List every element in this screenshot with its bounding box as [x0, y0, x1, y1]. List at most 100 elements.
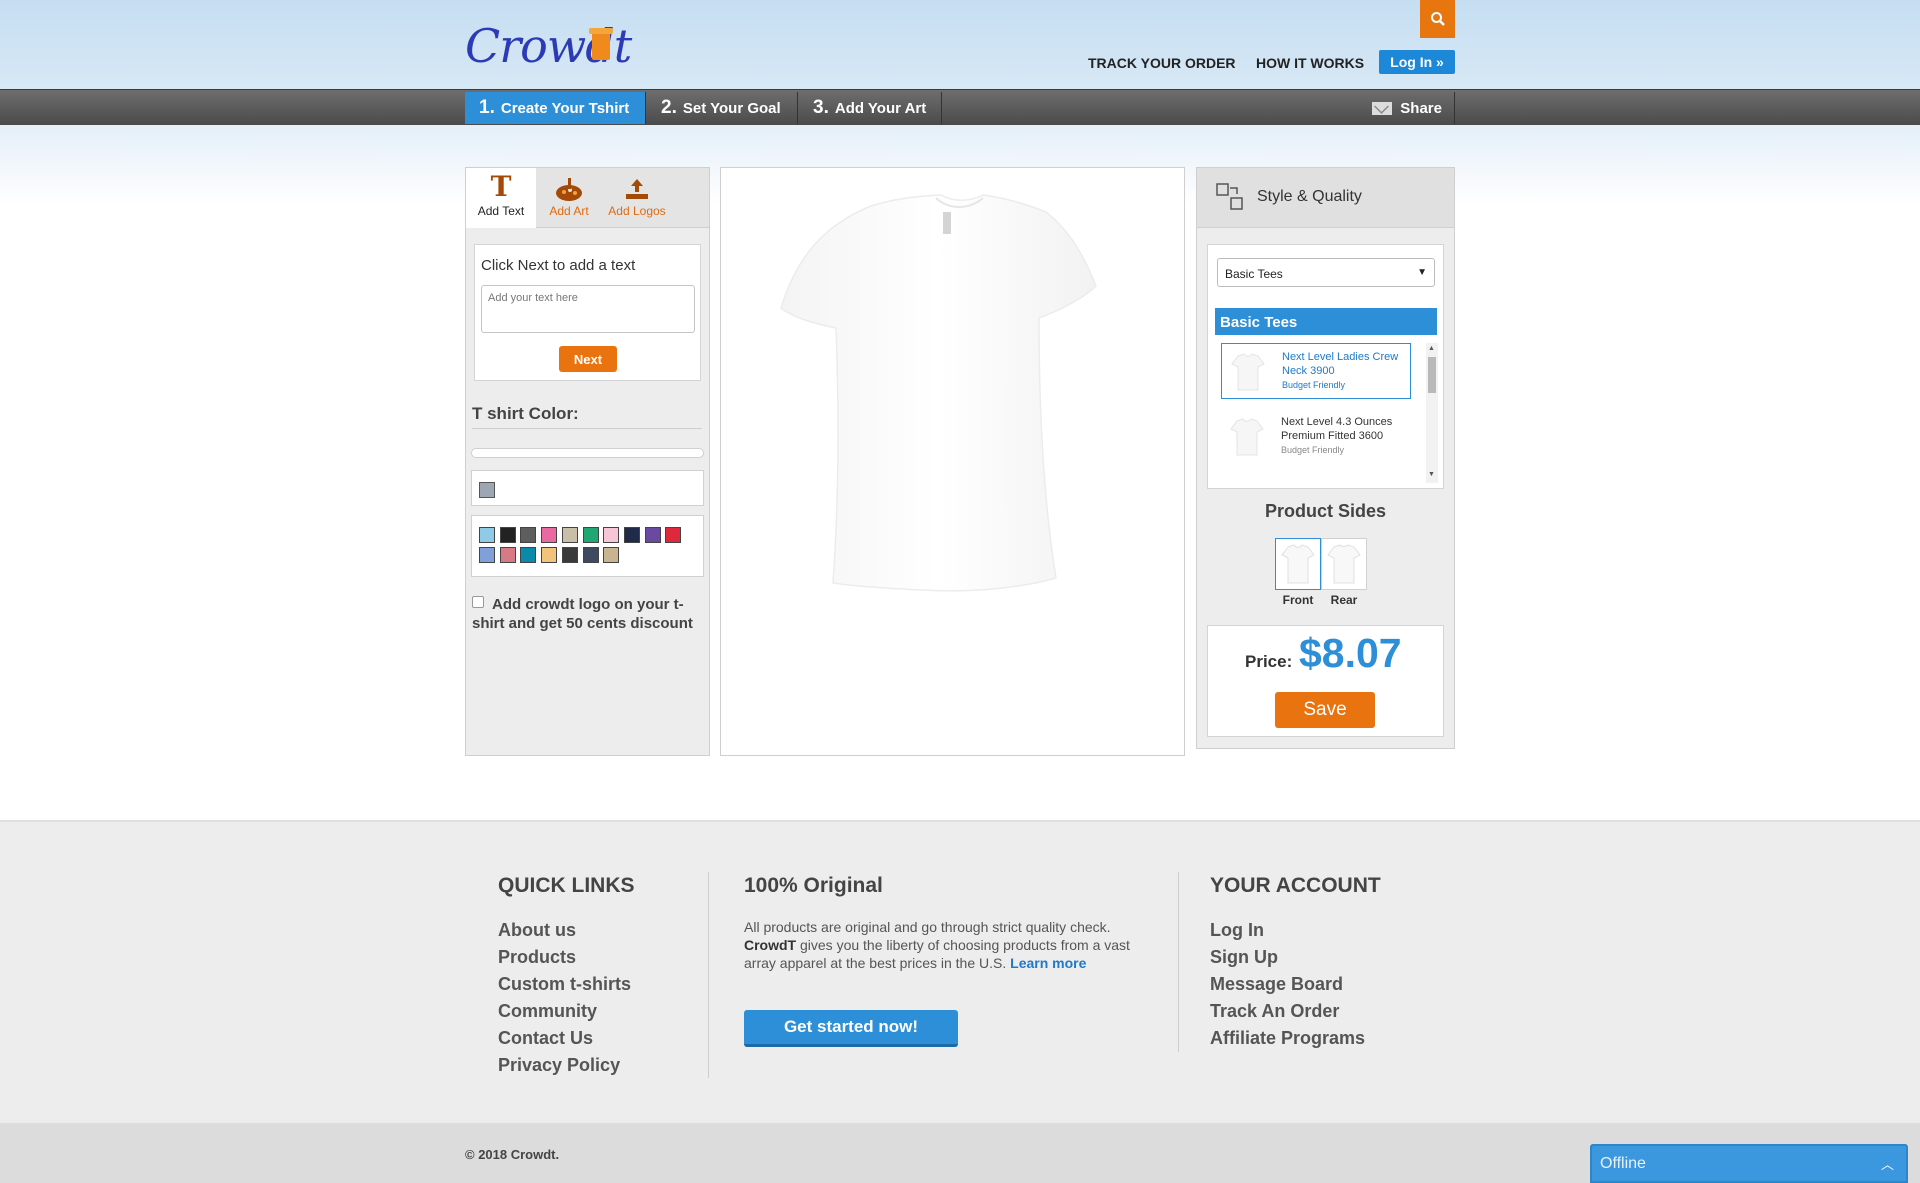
list-item[interactable]: Next Level Ladies Crew Neck 3900 Budget … [1221, 343, 1411, 399]
price-value: $8.07 [1299, 630, 1402, 676]
color-swatch[interactable] [582, 547, 599, 563]
copyright-text: © 2018 Crowdt. [465, 1147, 560, 1162]
scroll-thumb[interactable] [1428, 357, 1436, 393]
color-swatch[interactable] [479, 527, 495, 543]
crowdt-logo[interactable]: Crowdt [465, 20, 632, 72]
footer-link-products[interactable]: Products [498, 947, 576, 968]
track-order-link[interactable]: TRACK YOUR ORDER [1088, 55, 1236, 71]
color-swatch[interactable] [541, 527, 558, 543]
footer-link-about[interactable]: About us [498, 920, 576, 941]
style-quality-header: Style & Quality [1197, 168, 1454, 228]
category-select-value: Basic Tees [1225, 267, 1283, 281]
color-swatch[interactable] [541, 547, 558, 563]
chat-widget[interactable]: Offline ︿ [1590, 1144, 1908, 1183]
color-swatch[interactable] [644, 527, 661, 543]
color-swatch[interactable] [665, 527, 682, 543]
color-swatch[interactable] [623, 527, 640, 543]
learn-more-link[interactable]: Learn more [1010, 955, 1086, 971]
chat-status: Offline [1600, 1155, 1646, 1172]
front-shirt-icon [1281, 544, 1315, 584]
footer-link-track-order[interactable]: Track An Order [1210, 1001, 1339, 1022]
rear-shirt-icon [1327, 544, 1361, 584]
envelope-icon [1372, 101, 1393, 115]
save-button[interactable]: Save [1275, 692, 1375, 728]
text-icon: T [490, 170, 512, 203]
original-brand: CrowdT [744, 937, 797, 953]
next-button[interactable]: Next [559, 346, 617, 372]
upload-icon [602, 168, 672, 204]
crowdt-logo-option[interactable]: Add crowdt logo on your t-shirt and get … [472, 595, 704, 633]
share-button[interactable]: Share [1370, 92, 1455, 124]
text-input[interactable]: Add your text here [481, 285, 695, 333]
step-create-tshirt[interactable]: 1. Create Your Tshirt [465, 92, 646, 124]
tab-add-text[interactable]: T Add Text [466, 168, 536, 228]
product-list-scrollbar[interactable]: ▲ ▼ [1426, 343, 1438, 483]
tab-add-logos[interactable]: Add Logos [602, 168, 672, 228]
tab-label: Add Art [549, 204, 589, 218]
product-thumbnail [1231, 353, 1265, 391]
category-select[interactable]: Basic Tees ▼ [1217, 258, 1435, 287]
logo-checkbox[interactable] [472, 596, 484, 608]
quick-links-title: QUICK LINKS [498, 874, 635, 897]
footer-divider [708, 872, 709, 1078]
footer-link-affiliate[interactable]: Affiliate Programs [1210, 1028, 1365, 1049]
color-swatch[interactable] [603, 547, 620, 563]
side-front-button[interactable] [1275, 538, 1321, 590]
step-set-goal[interactable]: 2. Set Your Goal [647, 92, 798, 124]
step-label: Set Your Goal [682, 99, 781, 117]
color-swatch[interactable] [603, 527, 620, 543]
tshirt-preview-image[interactable] [721, 168, 1186, 757]
color-swatch[interactable] [561, 547, 578, 563]
price-box: Price: $8.07 Save [1207, 625, 1444, 737]
color-swatch[interactable] [520, 547, 537, 563]
product-sides-title: Product Sides [1264, 501, 1387, 521]
footer-link-custom-tshirts[interactable]: Custom t-shirts [498, 974, 631, 995]
footer-link-privacy[interactable]: Privacy Policy [498, 1055, 620, 1076]
color-swatch[interactable] [499, 527, 516, 543]
scroll-up-icon[interactable]: ▲ [1428, 345, 1435, 352]
color-swatch[interactable] [582, 527, 599, 543]
product-style-box: Basic Tees ▼ Basic Tees Next Level Ladie… [1207, 244, 1444, 489]
step-add-art[interactable]: 3. Add Your Art [799, 92, 942, 124]
copyright-bar: © 2018 Crowdt. Offline ︿ [0, 1123, 1920, 1183]
dropdown-arrow-icon: ▼ [1417, 267, 1427, 278]
footer-link-login[interactable]: Log In [1210, 920, 1264, 941]
footer-link-message-board[interactable]: Message Board [1210, 974, 1343, 995]
how-it-works-link[interactable]: HOW IT WORKS [1256, 55, 1364, 71]
color-swatch[interactable] [499, 547, 516, 563]
login-button[interactable]: Log In » [1379, 50, 1455, 74]
account-title: YOUR ACCOUNT [1210, 874, 1381, 897]
product-name: Next Level Ladies Crew Neck 3900 [1282, 351, 1399, 377]
step-label: Create Your Tshirt [500, 99, 630, 117]
get-started-button[interactable]: Get started now! [744, 1010, 958, 1047]
search-button[interactable] [1420, 0, 1455, 38]
product-tag: Budget Friendly [1281, 445, 1345, 455]
scroll-down-icon[interactable]: ▼ [1428, 471, 1435, 478]
footer-link-signup[interactable]: Sign Up [1210, 947, 1278, 968]
side-rear-button[interactable] [1321, 538, 1367, 590]
side-rear-label: Rear [1330, 593, 1358, 607]
tshirt-color-title: T shirt Color: [472, 404, 702, 429]
tab-add-art[interactable]: Add Art [536, 168, 602, 228]
selected-color-box [471, 470, 704, 506]
color-swatch[interactable] [561, 527, 578, 543]
original-text-a: All products are original and go through… [744, 919, 1111, 935]
product-name: Next Level 4.3 Ounces Premium Fitted 360… [1281, 416, 1393, 442]
color-swatch[interactable] [479, 547, 495, 563]
list-item[interactable]: Next Level 4.3 Ounces Premium Fitted 360… [1221, 409, 1411, 465]
palette-icon [536, 168, 602, 204]
color-palette [471, 515, 704, 577]
step-number: 1. [479, 97, 495, 118]
design-tools-panel: T Add Text Add Art Add Logos Click Next … [465, 167, 710, 756]
style-quality-panel: Style & Quality Basic Tees ▼ Basic Tees … [1196, 167, 1455, 749]
color-swatch[interactable] [520, 527, 537, 543]
logo-hat-icon [589, 28, 613, 60]
product-thumbnail [1230, 418, 1264, 456]
color-search-bar[interactable] [471, 448, 704, 458]
footer-link-contact[interactable]: Contact Us [498, 1028, 593, 1049]
footer-link-community[interactable]: Community [498, 1001, 597, 1022]
tshirt-preview-panel [720, 167, 1185, 756]
chevron-up-icon[interactable]: ︿ [1881, 1154, 1894, 1173]
site-footer: QUICK LINKS About us Products Custom t-s… [0, 820, 1920, 1123]
product-tag: Budget Friendly [1282, 380, 1346, 390]
